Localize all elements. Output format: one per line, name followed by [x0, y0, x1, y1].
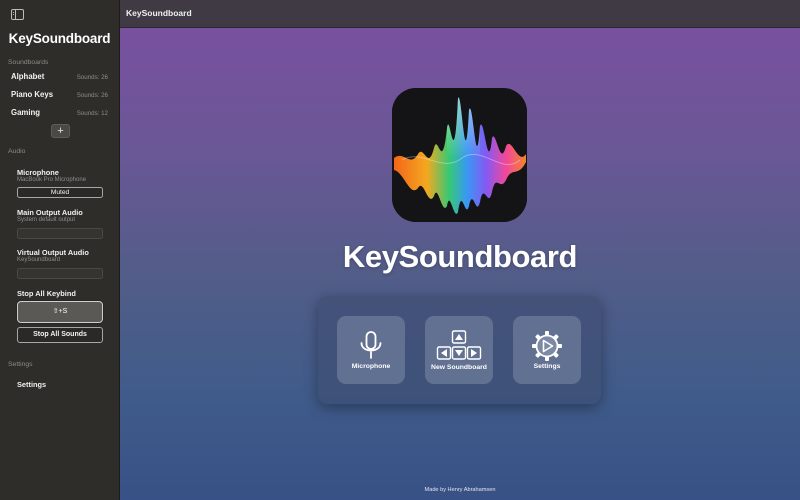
main-output-device: System default output	[17, 217, 76, 223]
soundboard-count: Sounds: 12	[76, 110, 108, 117]
add-soundboard-button[interactable]: +	[51, 124, 70, 138]
soundboard-name: Gaming	[11, 108, 41, 117]
sidebar-item-settings[interactable]: Settings	[17, 380, 46, 389]
soundboard-count: Sounds: 26	[76, 92, 108, 99]
audio-section-header: Audio	[8, 148, 26, 155]
app-window: KeySoundboard Soundboards Alphabet Sound…	[0, 0, 800, 500]
quick-actions-panel: Microphone New Soundboard Settings	[318, 296, 601, 404]
stop-keybind-button[interactable]: ⇧+S	[17, 301, 103, 323]
window-title: KeySoundboard	[126, 8, 192, 18]
microphone-tile-label: Microphone	[351, 363, 391, 370]
main-output-volume-bar[interactable]	[17, 228, 103, 239]
sidebar: KeySoundboard Soundboards Alphabet Sound…	[0, 0, 120, 500]
soundboards-section-header: Soundboards	[8, 59, 49, 66]
sidebar-item-gaming[interactable]: Gaming Sounds: 12	[11, 108, 108, 117]
soundboard-name: Piano Keys	[11, 90, 54, 99]
virtual-output-title: Virtual Output Audio	[17, 248, 89, 257]
arrow-keys-icon	[436, 330, 482, 360]
app-logo-icon	[392, 88, 527, 222]
soundboard-count: Sounds: 26	[76, 74, 108, 81]
main-output-title: Main Output Audio	[17, 208, 83, 217]
sidebar-item-alphabet[interactable]: Alphabet Sounds: 26	[11, 72, 108, 81]
microphone-tile-button[interactable]: Microphone	[337, 316, 405, 384]
footer-credit: Made by Henry Abrahamsen	[424, 487, 496, 493]
microphone-mute-button[interactable]: Muted	[17, 187, 103, 198]
virtual-output-device: KeySoundboard	[17, 257, 61, 263]
microphone-icon	[360, 331, 382, 359]
sidebar-item-piano-keys[interactable]: Piano Keys Sounds: 26	[11, 90, 108, 99]
sidebar-app-title: KeySoundboard	[8, 31, 111, 46]
soundboard-name: Alphabet	[11, 72, 45, 81]
main-content: KeySoundboard KeySoundboard Microphone N…	[120, 0, 800, 500]
virtual-output-volume-bar[interactable]	[17, 268, 103, 279]
title-bar: KeySoundboard	[120, 0, 800, 28]
new-soundboard-tile-label: New Soundboard	[431, 364, 487, 371]
stop-keybind-title: Stop All Keybind	[17, 289, 76, 298]
hero-title: KeySoundboard	[342, 239, 578, 274]
sidebar-toggle-icon[interactable]	[11, 9, 24, 20]
settings-tile-label: Settings	[533, 363, 561, 370]
settings-section-header: Settings	[8, 361, 33, 368]
new-soundboard-tile-button[interactable]: New Soundboard	[425, 316, 493, 384]
stop-all-sounds-button[interactable]: Stop All Sounds	[17, 327, 103, 343]
gear-play-icon	[532, 331, 562, 361]
settings-tile-button[interactable]: Settings	[513, 316, 581, 384]
microphone-device: MacBook Pro Microphone	[17, 177, 87, 183]
microphone-title: Microphone	[17, 168, 59, 177]
